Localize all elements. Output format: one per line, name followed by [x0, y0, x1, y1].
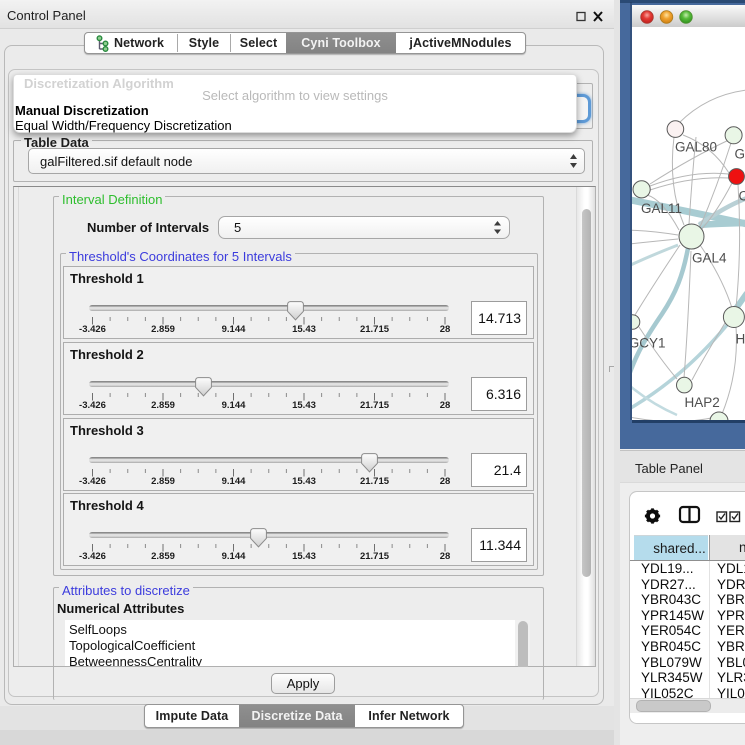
- svg-text:GAL11: GAL11: [641, 201, 682, 216]
- svg-text:GAL4: GAL4: [692, 251, 727, 266]
- svg-text:GA: GA: [735, 147, 745, 162]
- svg-text:CD: CD: [739, 189, 745, 204]
- svg-text:HAP2: HAP2: [685, 395, 720, 410]
- svg-text:GCY1: GCY1: [632, 336, 665, 351]
- svg-text:GAL80: GAL80: [675, 140, 717, 155]
- svg-text:HI: HI: [736, 332, 745, 347]
